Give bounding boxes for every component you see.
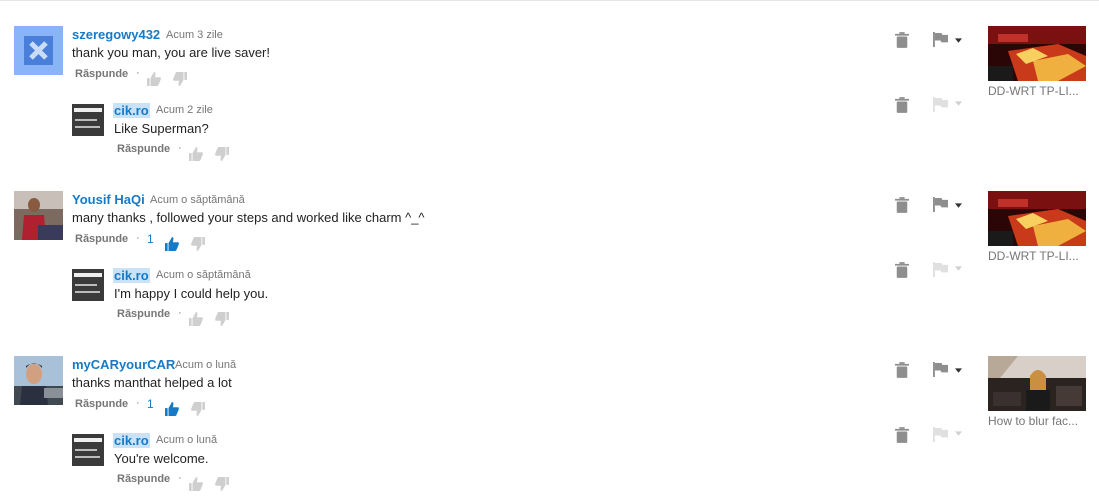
trash-icon[interactable] [895,262,909,278]
dropdown-arrow-icon[interactable] [955,203,962,208]
separator-dot: · [136,67,140,79]
thumbs-up-icon[interactable] [165,402,179,416]
default-avatar[interactable] [14,26,63,75]
thumbs-up-icon[interactable] [165,237,179,251]
channel-avatar[interactable] [72,434,104,466]
reply-text: Like Superman? [114,121,209,136]
trash-icon[interactable] [895,197,909,213]
dropdown-arrow-icon[interactable] [955,38,962,43]
comment-text: thanks manthat helped a lot [72,375,232,390]
thumbs-up-icon[interactable] [189,147,203,161]
trash-icon[interactable] [895,362,909,378]
reply-author[interactable]: cik.ro [113,103,150,118]
comment-author[interactable]: szeregowy432 [72,27,160,42]
video-title[interactable]: DD-WRT TP-LI... [988,249,1088,263]
reply-button[interactable]: Răspunde [117,308,170,320]
comment-time[interactable]: Acum o săptămână [150,194,245,206]
thumbs-up-icon[interactable] [147,72,161,86]
separator-dot: · [136,232,140,244]
thumbs-up-icon[interactable] [189,477,203,491]
flag-icon[interactable] [933,97,948,112]
reply-button[interactable]: Răspunde [117,143,170,155]
like-count: 1 [147,397,154,411]
reply-text: You're welcome. [114,451,209,466]
video-thumbnail[interactable] [988,191,1086,246]
thumbs-down-icon[interactable] [191,402,205,416]
video-thumbnail[interactable] [988,356,1086,411]
reply-button[interactable]: Răspunde [117,473,170,485]
reply-time[interactable]: Acum o săptămână [156,269,251,281]
reply-author[interactable]: cik.ro [113,433,150,448]
channel-avatar[interactable] [72,104,104,136]
separator-dot: · [178,472,182,484]
trash-icon[interactable] [895,32,909,48]
thumbs-up-icon[interactable] [189,312,203,326]
thumbs-down-icon[interactable] [191,237,205,251]
separator-dot: · [178,142,182,154]
thumbs-down-icon[interactable] [173,72,187,86]
comment-time[interactable]: Acum o lună [175,359,236,371]
separator-dot: · [178,307,182,319]
thumbs-down-icon[interactable] [215,477,229,491]
flag-icon[interactable] [933,362,948,377]
video-title[interactable]: DD-WRT TP-LI... [988,84,1088,98]
dropdown-arrow-icon[interactable] [955,266,962,271]
reply-author[interactable]: cik.ro [113,268,150,283]
thumbs-down-icon[interactable] [215,312,229,326]
top-divider [0,0,1099,1]
channel-avatar[interactable] [72,269,104,301]
reply-text: I'm happy I could help you. [114,286,269,301]
dropdown-arrow-icon[interactable] [955,368,962,373]
flag-icon[interactable] [933,32,948,47]
reply-button[interactable]: Răspunde [75,233,128,245]
reply-time[interactable]: Acum 2 zile [156,104,213,116]
comment-time[interactable]: Acum 3 zile [166,29,223,41]
reply-button[interactable]: Răspunde [75,68,128,80]
comment-text: many thanks , followed your steps and wo… [72,210,425,225]
video-thumbnail[interactable] [988,26,1086,81]
dropdown-arrow-icon[interactable] [955,101,962,106]
like-count: 1 [147,232,154,246]
comment-text: thank you man, you are live saver! [72,45,270,60]
flag-icon[interactable] [933,262,948,277]
separator-dot: · [136,397,140,409]
reply-time[interactable]: Acum o lună [156,434,217,446]
comment-author[interactable]: myCARyourCAR [72,357,175,372]
video-title[interactable]: How to blur fac... [988,414,1088,428]
flag-icon[interactable] [933,427,948,442]
trash-icon[interactable] [895,427,909,443]
thumbs-down-icon[interactable] [215,147,229,161]
reply-button[interactable]: Răspunde [75,398,128,410]
user-avatar[interactable] [14,191,63,240]
trash-icon[interactable] [895,97,909,113]
dropdown-arrow-icon[interactable] [955,431,962,436]
user-avatar[interactable] [14,356,63,405]
flag-icon[interactable] [933,197,948,212]
comment-author[interactable]: Yousif HaQi [72,192,145,207]
